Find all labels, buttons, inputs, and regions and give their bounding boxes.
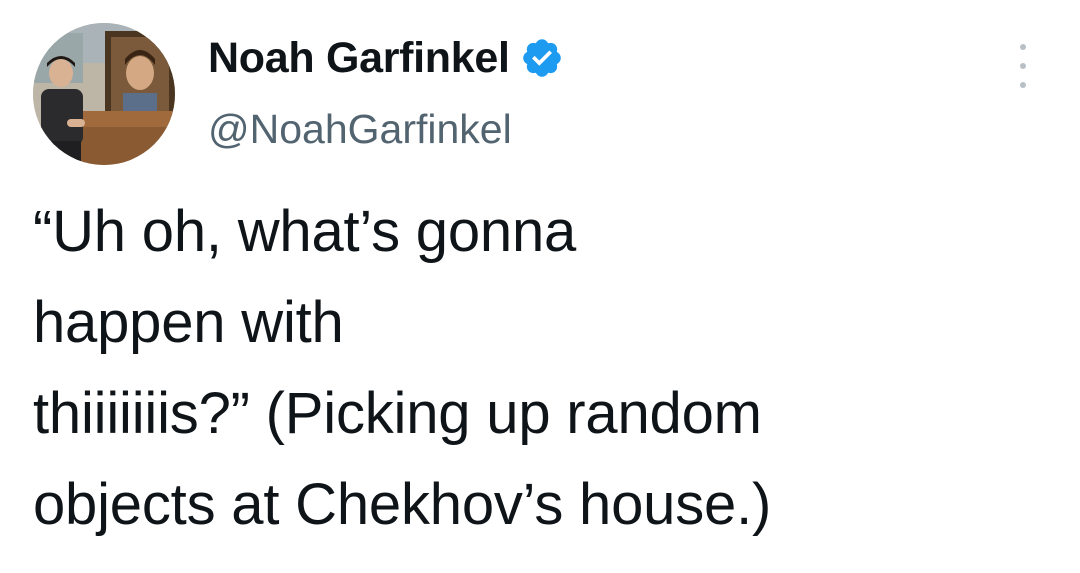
avatar[interactable] (33, 23, 175, 165)
author-name-row: Noah Garfinkel (208, 30, 564, 86)
tweet-text-line: “Uh oh, what’s gonna (33, 199, 577, 264)
more-options-icon[interactable] (1010, 44, 1036, 88)
verified-badge-icon (520, 36, 564, 80)
author-handle[interactable]: @NoahGarfinkel (208, 106, 564, 153)
tweet-card: Noah Garfinkel @NoahGarfinkel “Uh oh, wh… (0, 0, 1080, 573)
tweet-text-line: happen with (33, 290, 344, 355)
more-dot (1020, 63, 1026, 69)
tweet-author: Noah Garfinkel @NoahGarfinkel (208, 30, 564, 153)
more-dot (1020, 82, 1026, 88)
avatar-photo (33, 23, 175, 165)
tweet-text-line: thiiiiiiis?” (Picking up random (33, 381, 762, 446)
author-display-name[interactable]: Noah Garfinkel (208, 34, 510, 83)
tweet-text-line: objects at Chekhov’s house.) (33, 472, 772, 537)
tweet-text: “Uh oh, what’s gonna happen with thiiiii… (33, 186, 1063, 550)
more-dot (1020, 44, 1026, 50)
